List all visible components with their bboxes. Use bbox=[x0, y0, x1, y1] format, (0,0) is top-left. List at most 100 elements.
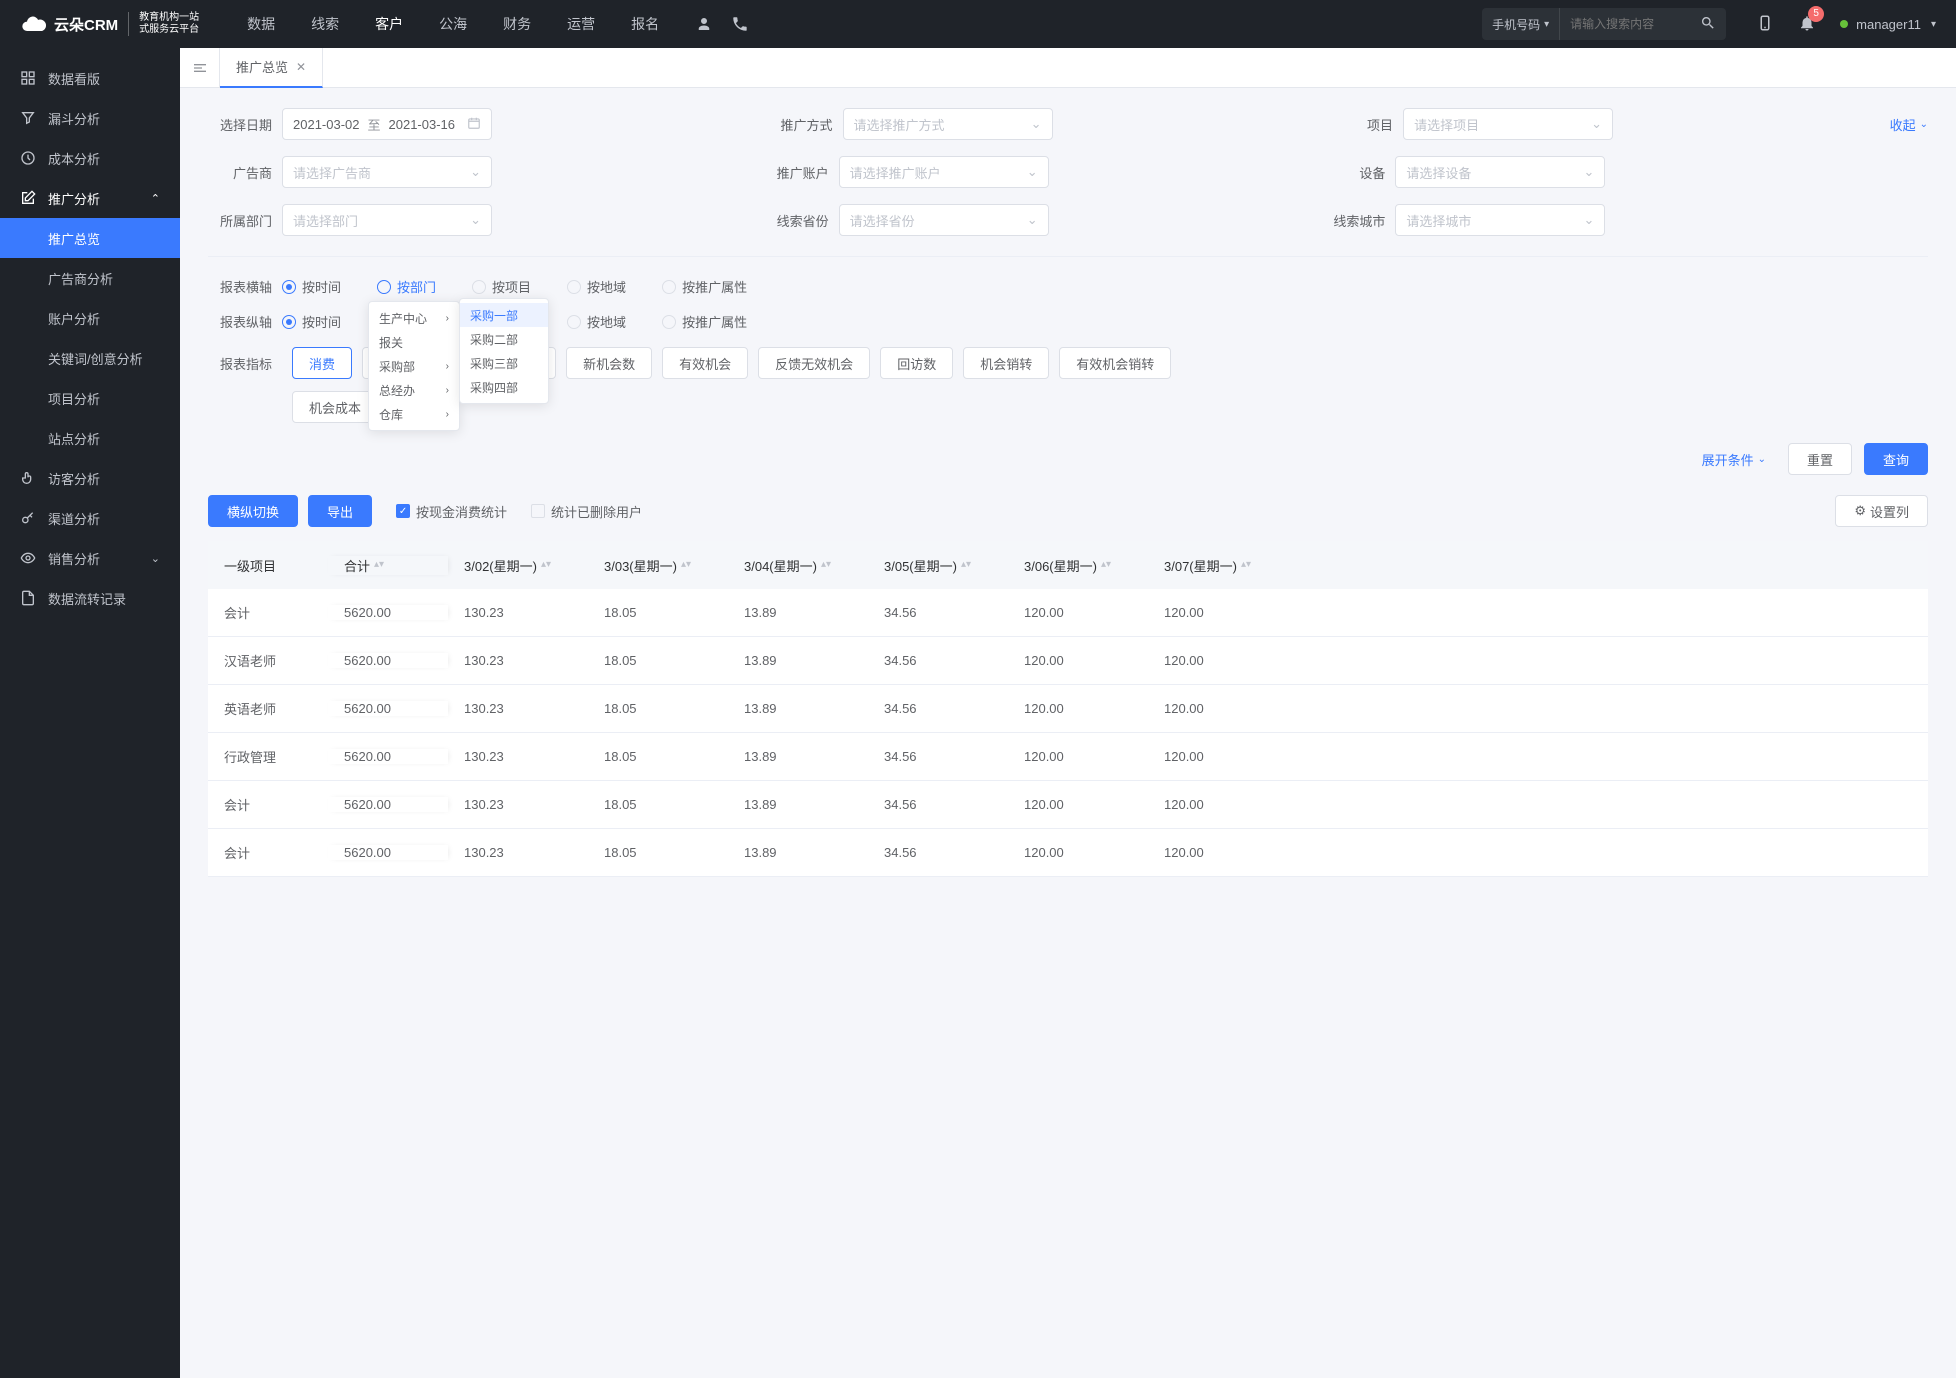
advertiser-select[interactable]: 请选择广告商⌄ bbox=[282, 156, 492, 188]
sort-icon[interactable]: ▴▾ bbox=[1101, 562, 1111, 568]
sidebar-sub-account[interactable]: 账户分析 bbox=[0, 298, 180, 338]
device-select[interactable]: 请选择设备⌄ bbox=[1395, 156, 1605, 188]
th-total[interactable]: 合计▴▾ bbox=[328, 556, 448, 575]
account-select[interactable]: 请选择推广账户⌄ bbox=[839, 156, 1049, 188]
sidebar-sub-site[interactable]: 站点分析 bbox=[0, 418, 180, 458]
logo[interactable]: 云朵CRM 教育机构一站 式服务云平台 bbox=[20, 10, 199, 38]
nav-signup[interactable]: 报名 bbox=[613, 0, 677, 48]
metric-new[interactable]: 新机会数 bbox=[566, 347, 652, 379]
th-date[interactable]: 3/06(星期一)▴▾ bbox=[1008, 556, 1148, 575]
table-row[interactable]: 汉语老师5620.00130.2318.0513.8934.56120.0012… bbox=[208, 637, 1928, 685]
table-cell: 120.00 bbox=[1008, 653, 1148, 668]
th-date[interactable]: 3/02(星期一)▴▾ bbox=[448, 556, 588, 575]
sort-icon[interactable]: ▴▾ bbox=[821, 562, 831, 568]
th-date[interactable]: 3/07(星期一)▴▾ bbox=[1148, 556, 1288, 575]
province-select[interactable]: 请选择省份⌄ bbox=[839, 204, 1049, 236]
query-button[interactable]: 查询 bbox=[1864, 443, 1928, 475]
city-select[interactable]: 请选择城市⌄ bbox=[1395, 204, 1605, 236]
sidebar-item-visitor[interactable]: 访客分析 bbox=[0, 458, 180, 498]
collapse-filters-link[interactable]: 收起 ⌄ bbox=[1890, 115, 1928, 134]
table-row[interactable]: 会计5620.00130.2318.0513.8934.56120.00120.… bbox=[208, 781, 1928, 829]
metric-revisit[interactable]: 回访数 bbox=[880, 347, 953, 379]
radio-y-region[interactable]: 按地域 bbox=[567, 312, 626, 331]
radio-x-dept[interactable]: 按部门 bbox=[377, 277, 436, 296]
settings-columns-button[interactable]: ⚙设置列 bbox=[1835, 495, 1928, 527]
sidebar-item-flow[interactable]: 数据流转记录 bbox=[0, 578, 180, 618]
sidebar-item-dashboard[interactable]: 数据看版 bbox=[0, 58, 180, 98]
metric-consume[interactable]: 消费 bbox=[292, 347, 352, 379]
th-date[interactable]: 3/03(星期一)▴▾ bbox=[588, 556, 728, 575]
chevron-down-icon: ⌄ bbox=[1027, 212, 1038, 228]
radio-x-attr[interactable]: 按推广属性 bbox=[662, 277, 747, 296]
sort-icon[interactable]: ▴▾ bbox=[374, 562, 384, 568]
expand-conditions-link[interactable]: 展开条件 ⌄ bbox=[1702, 450, 1766, 469]
dropdown-item-prod[interactable]: 生产中心› bbox=[369, 306, 459, 330]
mobile-icon[interactable] bbox=[1756, 14, 1774, 35]
dropdown-item-gm[interactable]: 总经办› bbox=[369, 378, 459, 402]
radio-y-attr[interactable]: 按推广属性 bbox=[662, 312, 747, 331]
user-icon[interactable] bbox=[695, 15, 713, 33]
nav-public[interactable]: 公海 bbox=[421, 0, 485, 48]
radio-y-time[interactable]: 按时间 bbox=[282, 312, 341, 331]
metric-conv[interactable]: 机会销转 bbox=[963, 347, 1049, 379]
project-select[interactable]: 请选择项目⌄ bbox=[1403, 108, 1613, 140]
sort-icon[interactable]: ▴▾ bbox=[541, 562, 551, 568]
dropdown-sub-4[interactable]: 采购四部 bbox=[460, 375, 548, 399]
table-row[interactable]: 英语老师5620.00130.2318.0513.8934.56120.0012… bbox=[208, 685, 1928, 733]
search-input[interactable] bbox=[1560, 17, 1690, 31]
sort-icon[interactable]: ▴▾ bbox=[1241, 562, 1251, 568]
dropdown-item-purchase[interactable]: 采购部› bbox=[369, 354, 459, 378]
dept-select[interactable]: 请选择部门⌄ bbox=[282, 204, 492, 236]
search-type-select[interactable]: 手机号码 ▾ bbox=[1482, 8, 1560, 40]
nav-customer[interactable]: 客户 bbox=[357, 0, 421, 48]
metric-valid[interactable]: 有效机会 bbox=[662, 347, 748, 379]
collapse-sidebar-button[interactable] bbox=[180, 48, 220, 88]
metric-cost[interactable]: 机会成本 bbox=[292, 391, 378, 423]
sidebar-sub-project[interactable]: 项目分析 bbox=[0, 378, 180, 418]
sidebar-item-sales[interactable]: 销售分析⌄ bbox=[0, 538, 180, 578]
dropdown-sub-1[interactable]: 采购一部 bbox=[460, 303, 548, 327]
dropdown-sub-2[interactable]: 采购二部 bbox=[460, 327, 548, 351]
dropdown-item-warehouse[interactable]: 仓库› bbox=[369, 402, 459, 426]
table-row[interactable]: 会计5620.00130.2318.0513.8934.56120.00120.… bbox=[208, 829, 1928, 877]
dropdown-item-customs[interactable]: 报关 bbox=[369, 330, 459, 354]
nav-clue[interactable]: 线索 bbox=[293, 0, 357, 48]
radio-x-project[interactable]: 按项目 bbox=[472, 277, 531, 296]
table-row[interactable]: 行政管理5620.00130.2318.0513.8934.56120.0012… bbox=[208, 733, 1928, 781]
date-range-picker[interactable]: 2021-03-02 至 2021-03-16 bbox=[282, 108, 492, 140]
sidebar-item-channel[interactable]: 渠道分析 bbox=[0, 498, 180, 538]
th-item[interactable]: 一级项目 bbox=[208, 556, 328, 575]
method-select[interactable]: 请选择推广方式⌄ bbox=[843, 108, 1053, 140]
toggle-axis-button[interactable]: 横纵切换 bbox=[208, 495, 298, 527]
cash-stats-checkbox[interactable]: ✓按现金消费统计 bbox=[396, 502, 507, 521]
nav-ops[interactable]: 运营 bbox=[549, 0, 613, 48]
metric-invalid[interactable]: 反馈无效机会 bbox=[758, 347, 870, 379]
bell-icon[interactable]: 5 bbox=[1798, 14, 1816, 35]
sidebar-item-promotion[interactable]: 推广分析⌃ bbox=[0, 178, 180, 218]
sidebar-sub-advertiser[interactable]: 广告商分析 bbox=[0, 258, 180, 298]
th-date[interactable]: 3/04(星期一)▴▾ bbox=[728, 556, 868, 575]
nav-finance[interactable]: 财务 bbox=[485, 0, 549, 48]
close-icon[interactable]: ✕ bbox=[296, 60, 306, 74]
radio-x-region[interactable]: 按地域 bbox=[567, 277, 626, 296]
metric-valid-conv[interactable]: 有效机会销转 bbox=[1059, 347, 1171, 379]
reset-button[interactable]: 重置 bbox=[1788, 443, 1852, 475]
dropdown-sub-3[interactable]: 采购三部 bbox=[460, 351, 548, 375]
nav-data[interactable]: 数据 bbox=[229, 0, 293, 48]
sidebar-sub-overview[interactable]: 推广总览 bbox=[0, 218, 180, 258]
sidebar-sub-keyword[interactable]: 关键词/创意分析 bbox=[0, 338, 180, 378]
sidebar-item-cost[interactable]: 成本分析 bbox=[0, 138, 180, 178]
sidebar-item-funnel[interactable]: 漏斗分析 bbox=[0, 98, 180, 138]
sort-icon[interactable]: ▴▾ bbox=[961, 562, 971, 568]
search-icon[interactable] bbox=[1690, 15, 1726, 34]
tab-overview[interactable]: 推广总览✕ bbox=[220, 48, 323, 88]
deleted-users-checkbox[interactable]: 统计已删除用户 bbox=[531, 502, 642, 521]
user-menu[interactable]: manager11 ▾ bbox=[1840, 17, 1936, 32]
sort-icon[interactable]: ▴▾ bbox=[681, 562, 691, 568]
th-date[interactable]: 3/05(星期一)▴▾ bbox=[868, 556, 1008, 575]
table-row[interactable]: 会计5620.00130.2318.0513.8934.56120.00120.… bbox=[208, 589, 1928, 637]
radio-x-time[interactable]: 按时间 bbox=[282, 277, 341, 296]
export-button[interactable]: 导出 bbox=[308, 495, 372, 527]
metric-label: 报表指标 bbox=[208, 354, 272, 373]
phone-icon[interactable] bbox=[731, 15, 749, 33]
